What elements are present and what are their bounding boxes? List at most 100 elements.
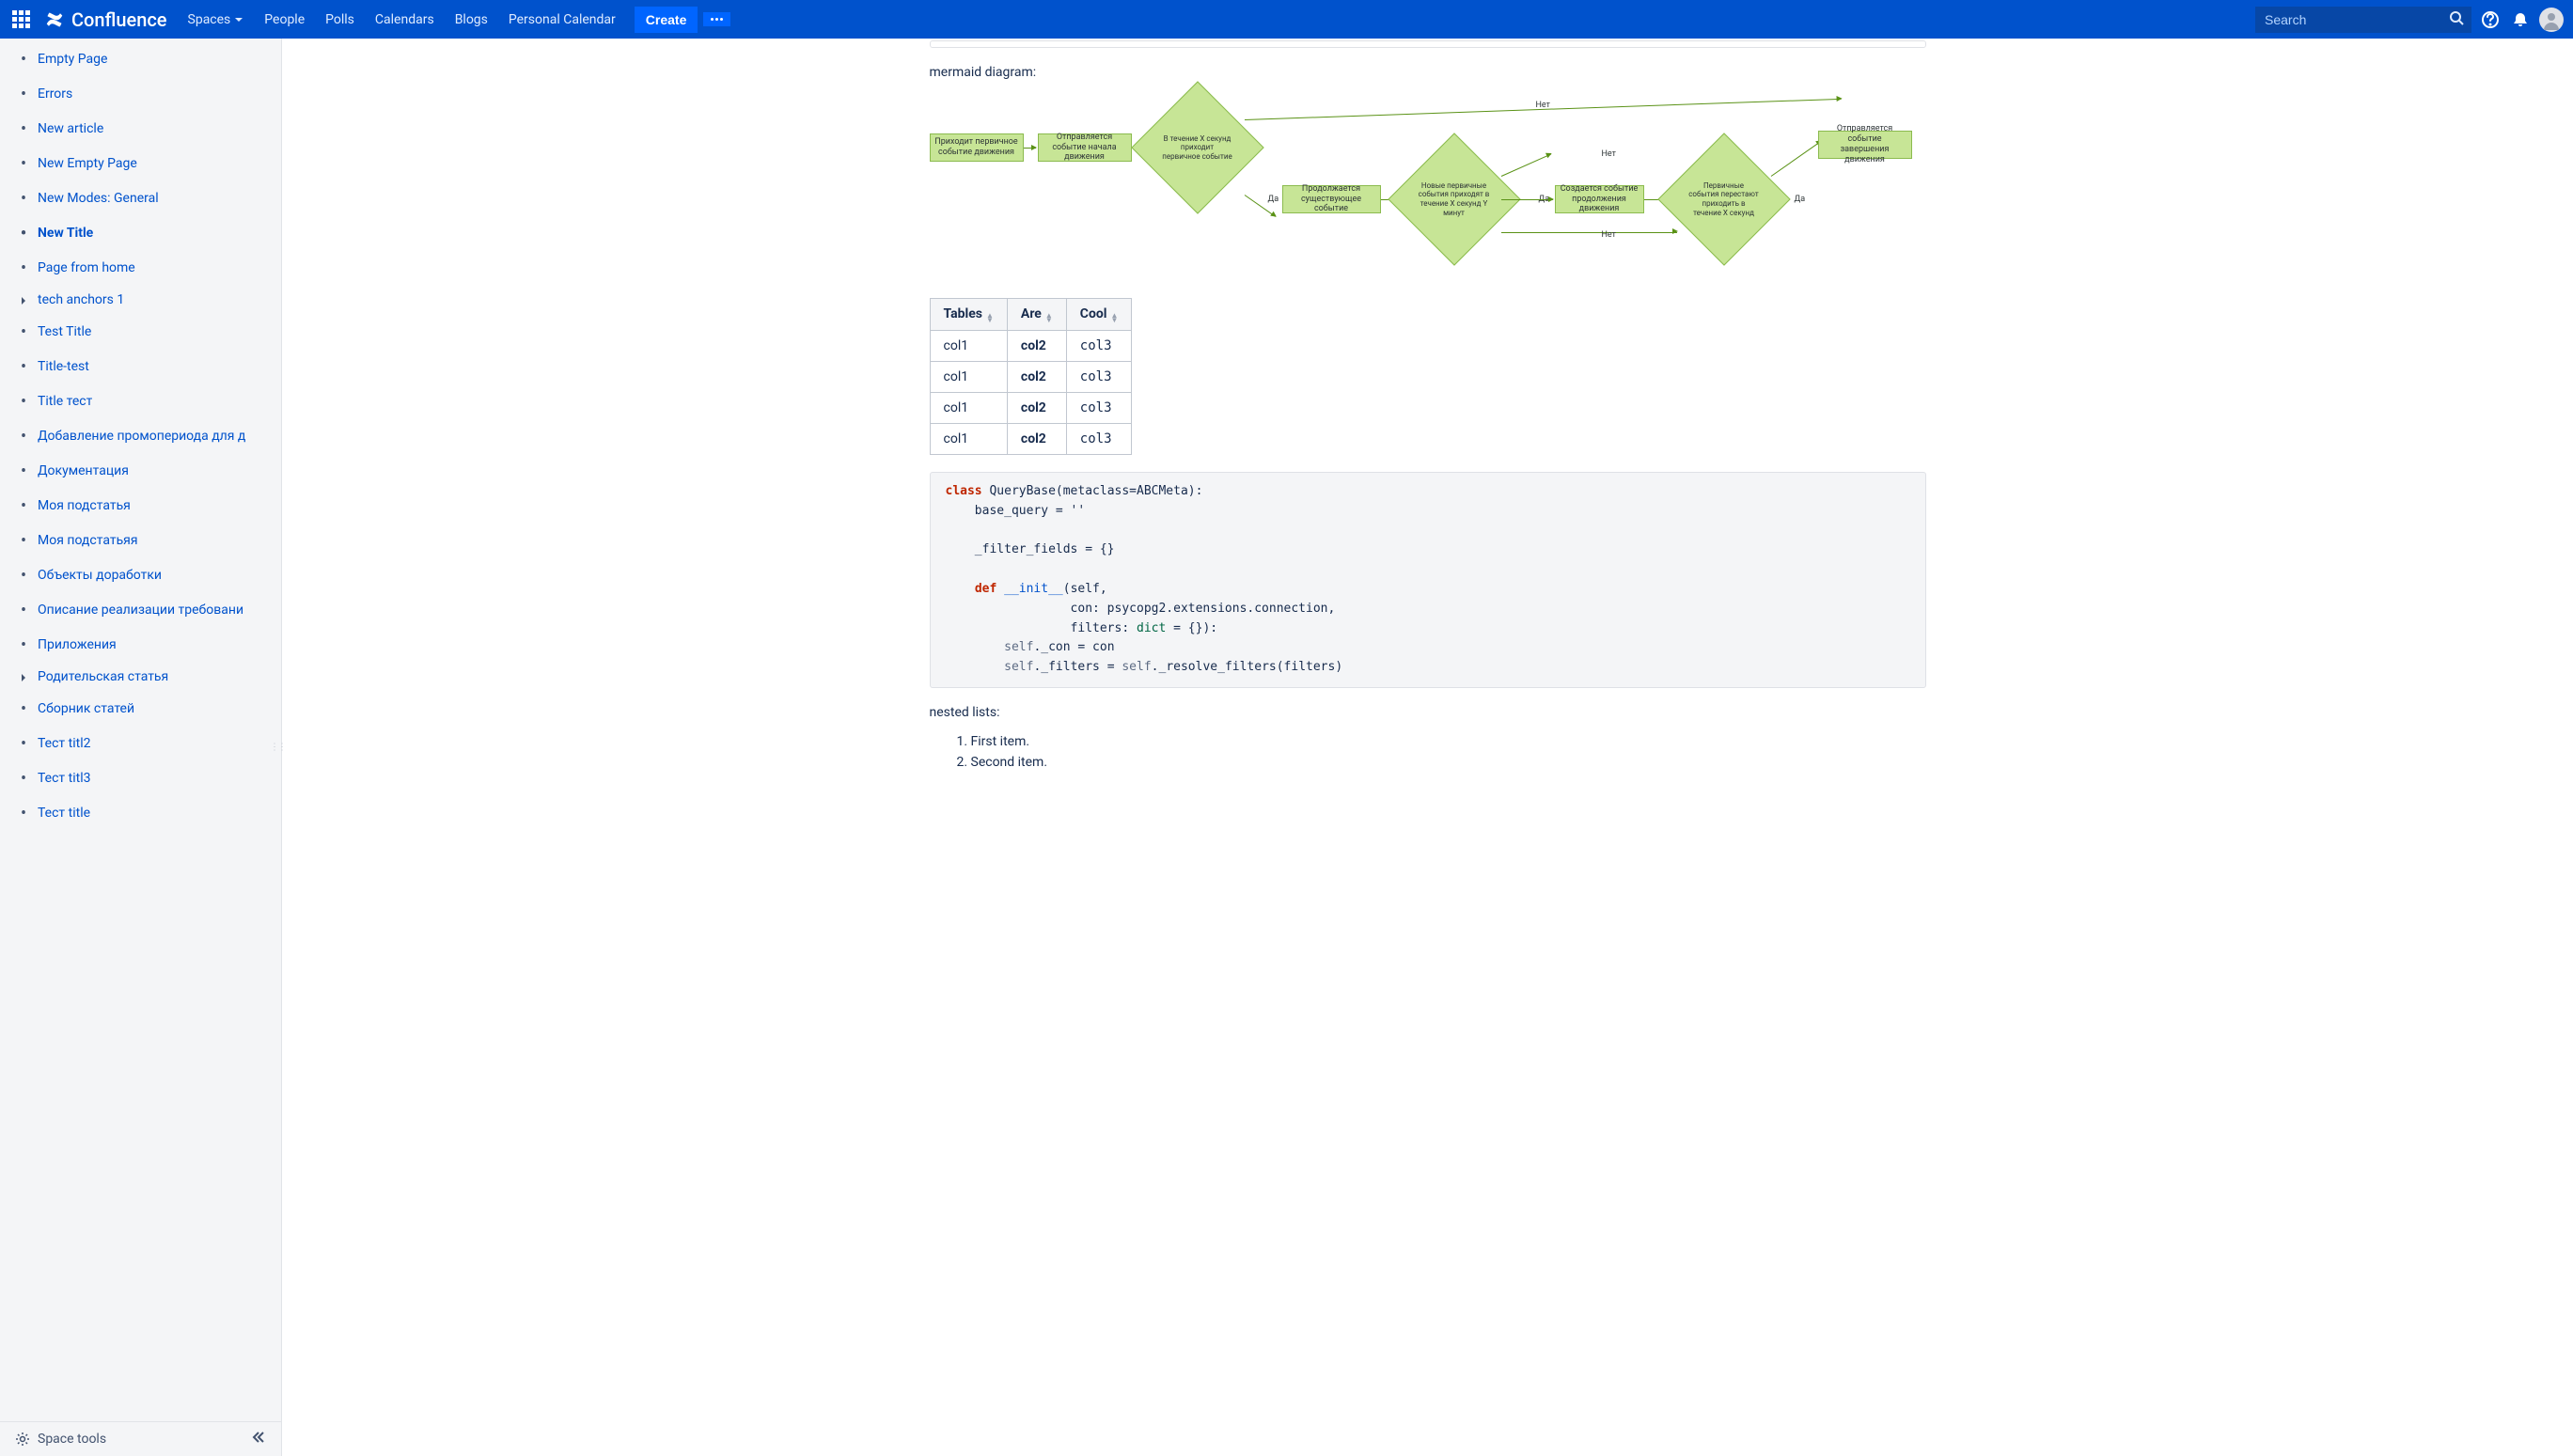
- confluence-logo[interactable]: Confluence: [43, 8, 167, 31]
- search-icon[interactable]: [2449, 10, 2464, 29]
- nav-people[interactable]: People: [255, 5, 314, 35]
- sidebar-item[interactable]: •Тест title: [0, 796, 281, 831]
- bullet-icon: •: [19, 320, 28, 345]
- sidebar-item[interactable]: •Тест titl2: [0, 727, 281, 761]
- sidebar-item[interactable]: •Документация: [0, 454, 281, 489]
- sidebar-item[interactable]: •New Modes: General: [0, 181, 281, 216]
- nav-personal-calendar[interactable]: Personal Calendar: [499, 5, 625, 35]
- table-cell: col1: [930, 362, 1007, 393]
- sidebar-item-label: Моя подстатьяя: [38, 531, 138, 551]
- table-cell: col3: [1066, 331, 1132, 362]
- sidebar-item[interactable]: • Test Title: [0, 315, 281, 350]
- sort-icon: ▲▼: [1045, 313, 1053, 322]
- sidebar-item-label: New Title: [38, 224, 93, 243]
- nested-label: nested lists:: [930, 705, 1926, 720]
- diagram-edge: [1500, 153, 1550, 177]
- create-button[interactable]: Create: [635, 7, 698, 33]
- sidebar-item-label: Title тест: [38, 392, 92, 412]
- sidebar-item[interactable]: •Приложения: [0, 628, 281, 663]
- bullet-icon: •: [19, 117, 28, 142]
- table-row: col1col2col3: [930, 393, 1132, 424]
- sidebar-item[interactable]: • Title тест: [0, 384, 281, 419]
- sidebar-item[interactable]: • Моя подстатьяя: [0, 524, 281, 558]
- table-header[interactable]: Cool▲▼: [1066, 299, 1132, 331]
- diagram-label-yes: Да: [1268, 195, 1279, 204]
- space-tools-label: Space tools: [38, 1432, 106, 1447]
- sidebar-item-label: Сборник статей: [38, 699, 134, 719]
- table-row: col1col2col3: [930, 362, 1132, 393]
- main-content[interactable]: mermaid diagram: Приходит первичное собы…: [282, 39, 2573, 1456]
- table-cell: col3: [1066, 424, 1132, 455]
- sidebar-item[interactable]: •New Empty Page: [0, 147, 281, 181]
- notifications-icon[interactable]: [2509, 8, 2532, 31]
- sidebar-item[interactable]: tech anchors 1: [0, 286, 281, 315]
- sort-icon: ▲▼: [1110, 313, 1118, 322]
- nav-blogs[interactable]: Blogs: [446, 5, 497, 35]
- sort-icon: ▲▼: [986, 313, 994, 322]
- sidebar-item-label: Test Title: [38, 322, 91, 342]
- nav-polls[interactable]: Polls: [316, 5, 364, 35]
- sidebar-item-label: Приложения: [38, 635, 117, 655]
- bullet-icon: •: [19, 82, 28, 107]
- sidebar-item[interactable]: •Описание реализации требовани: [0, 593, 281, 628]
- diagram-node-7: Первичные события перестают приходить в …: [1677, 152, 1771, 246]
- bullet-icon: •: [19, 151, 28, 177]
- create-more-button[interactable]: [703, 12, 730, 26]
- bullet-icon: •: [19, 424, 28, 449]
- sidebar-item[interactable]: Родительская статья: [0, 663, 281, 692]
- sidebar-item[interactable]: •New Title: [0, 216, 281, 251]
- diagram-label: mermaid diagram:: [930, 65, 1926, 80]
- diagram-node-5: Новые первичные события приходят в течен…: [1407, 152, 1501, 246]
- bullet-icon: •: [19, 389, 28, 415]
- table-cell: col3: [1066, 393, 1132, 424]
- table-header[interactable]: Are▲▼: [1007, 299, 1066, 331]
- table-row: col1col2col3: [930, 331, 1132, 362]
- sidebar-item[interactable]: •Title-test: [0, 350, 281, 384]
- sidebar-item-label: Родительская статья: [38, 667, 168, 687]
- sidebar-item-label: Документация: [38, 462, 129, 481]
- sidebar-collapse-button[interactable]: [251, 1430, 266, 1448]
- table-cell: col2: [1007, 331, 1066, 362]
- diagram-label-no: Нет: [1602, 149, 1616, 159]
- mermaid-diagram: Приходит первичное событие движения Отпр…: [930, 91, 1926, 270]
- sidebar-item-label: tech anchors 1: [38, 290, 124, 310]
- sidebar-item[interactable]: •Тест titl3: [0, 761, 281, 796]
- primary-nav: Spaces People Polls Calendars Blogs Pers…: [179, 5, 625, 35]
- sidebar-item-label: New article: [38, 119, 103, 139]
- sidebar-item[interactable]: •Добавление промопериода для д: [0, 419, 281, 454]
- bullet-icon: •: [19, 186, 28, 211]
- user-avatar[interactable]: [2539, 8, 2564, 32]
- sidebar-item[interactable]: •Empty Page: [0, 42, 281, 77]
- page-tree[interactable]: •Empty Page•Errors•New article•New Empty…: [0, 39, 281, 1421]
- sidebar-item[interactable]: • New article: [0, 112, 281, 147]
- bullet-icon: •: [19, 766, 28, 791]
- app-switcher-icon[interactable]: [9, 8, 32, 31]
- sidebar-resize-handle[interactable]: ⋮⋮: [270, 743, 285, 753]
- sidebar-item[interactable]: •Моя подстатья: [0, 489, 281, 524]
- logo-text: Confluence: [71, 8, 167, 31]
- sidebar-item-label: Page from home: [38, 258, 135, 278]
- help-icon[interactable]: [2479, 8, 2502, 31]
- diagram-node-1: Приходит первичное событие движения: [930, 133, 1024, 162]
- sidebar-item[interactable]: •Сборник статей: [0, 692, 281, 727]
- bullet-icon: •: [19, 528, 28, 554]
- table-cell: col1: [930, 393, 1007, 424]
- diagram-label-yes: Да: [1795, 195, 1806, 204]
- search-input[interactable]: [2255, 7, 2471, 33]
- table-header[interactable]: Tables▲▼: [930, 299, 1007, 331]
- space-tools-button[interactable]: Space tools: [15, 1432, 106, 1447]
- nav-calendars[interactable]: Calendars: [366, 5, 444, 35]
- sidebar-item[interactable]: •Объекты доработки: [0, 558, 281, 593]
- table-cell: col3: [1066, 362, 1132, 393]
- data-table: Tables▲▼Are▲▼Cool▲▼ col1col2col3col1col2…: [930, 298, 1133, 455]
- sidebar-item[interactable]: •Page from home: [0, 251, 281, 286]
- bullet-icon: •: [19, 563, 28, 588]
- diagram-node-6: Создается событие продолжения движения: [1555, 185, 1644, 213]
- table-cell: col2: [1007, 424, 1066, 455]
- nav-spaces[interactable]: Spaces: [179, 5, 254, 35]
- diagram-edge: [1501, 199, 1553, 200]
- bullet-icon: •: [19, 598, 28, 623]
- bullet-icon: •: [19, 493, 28, 519]
- sidebar-item[interactable]: •Errors: [0, 77, 281, 112]
- diagram-edge: [1024, 148, 1036, 149]
